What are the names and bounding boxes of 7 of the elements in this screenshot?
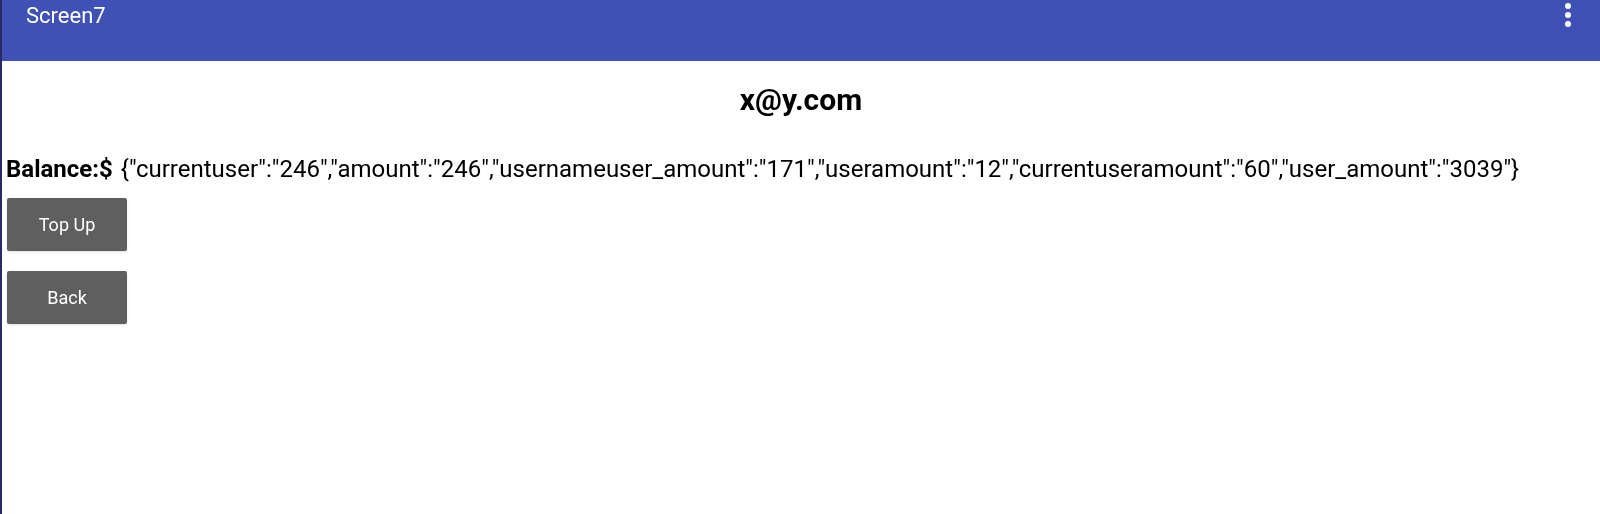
balance-label: Balance:$: [6, 154, 113, 185]
balance-value: {"currentuser":"246","amount":"246","usernameuser_amount":"171","useramount":"12","currentuseramount":"60","user_amount":"3039"}: [120, 154, 1520, 185]
more-options-icon[interactable]: [1564, 2, 1572, 28]
action-button[interactable]: Back: [7, 271, 127, 324]
email-heading: x@y.com: [739, 81, 863, 119]
screen-title: Screen7: [26, 2, 106, 30]
action-button[interactable]: Top Up: [7, 198, 127, 251]
